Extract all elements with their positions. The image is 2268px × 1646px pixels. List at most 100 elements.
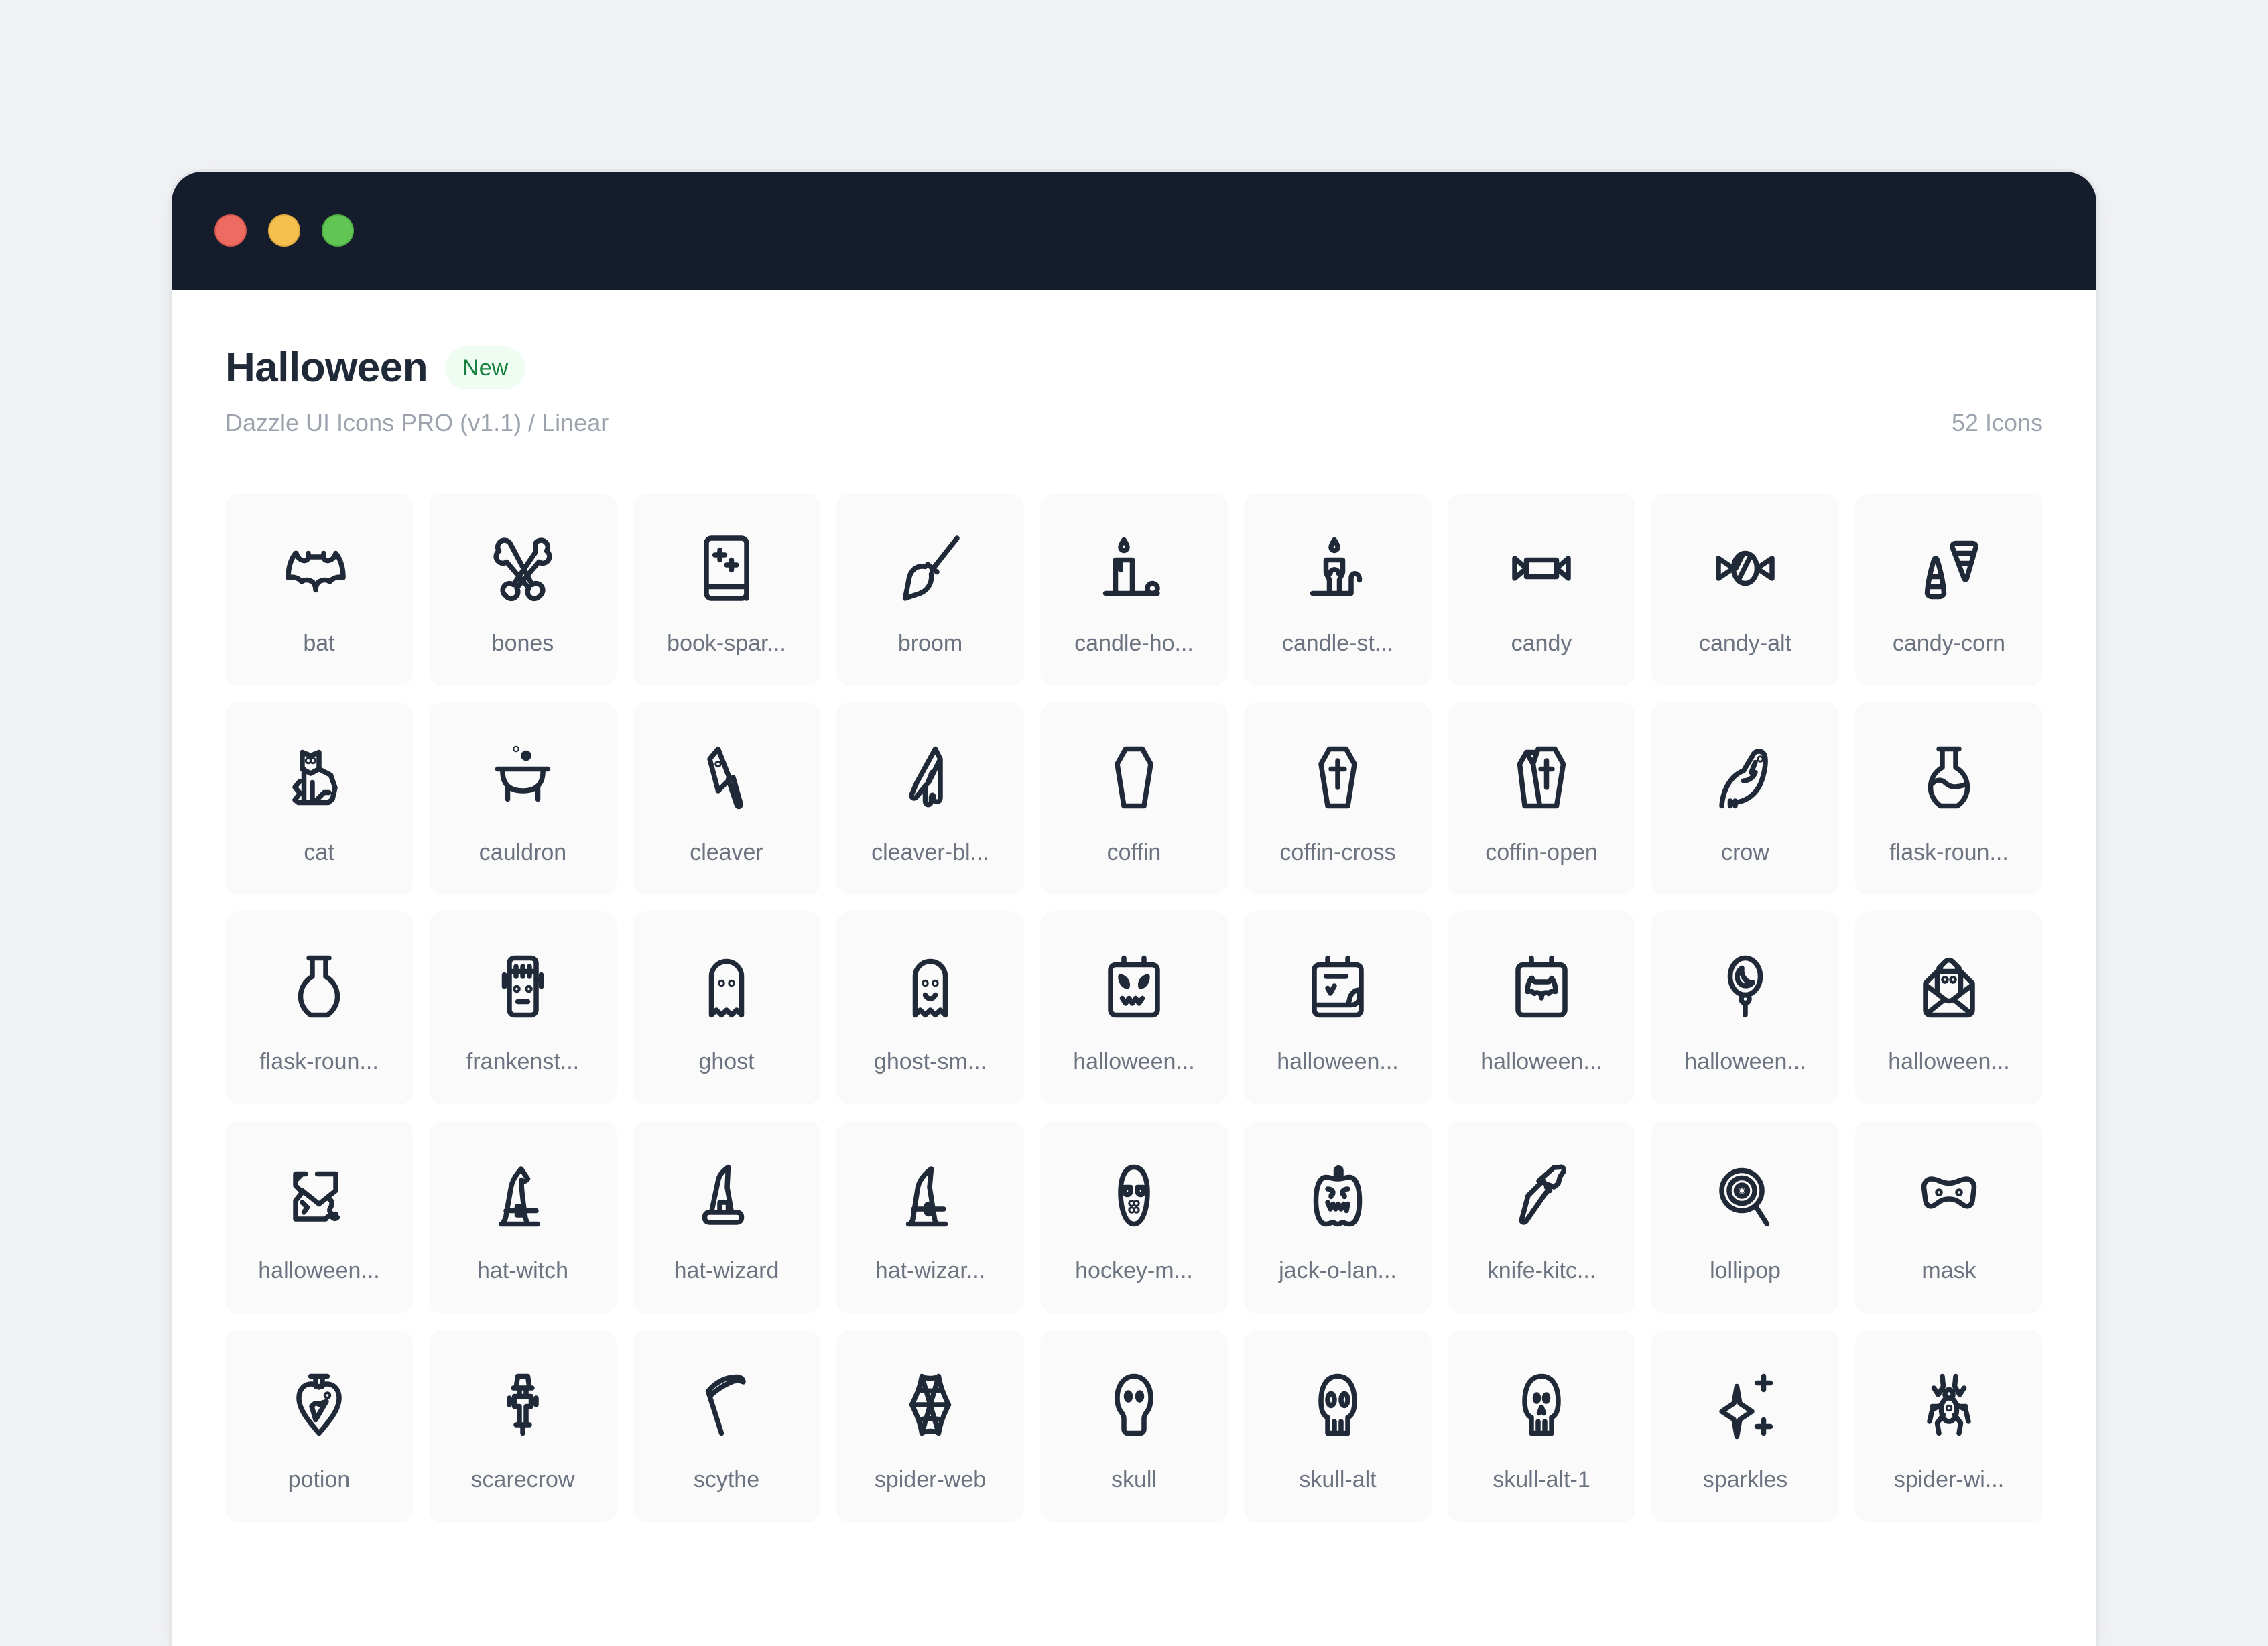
halloween-invitation-icon [1923, 957, 1975, 1018]
icon-tile-bones[interactable]: bones [429, 493, 617, 686]
spider-widow-icon [1927, 1373, 1971, 1436]
hat-witch-icon [498, 1166, 541, 1227]
icon-tile-broom[interactable]: broom [836, 493, 1024, 686]
cauldron-icon [495, 745, 551, 802]
icon-tile-halloween-calendar-face[interactable]: halloween... [1040, 911, 1228, 1104]
icon-tile-label: cleaver-bl... [871, 840, 989, 865]
icon-tile-label: skull [1111, 1467, 1157, 1493]
icon-tile-label: hat-witch [477, 1258, 569, 1283]
mask-icon [1921, 1176, 1977, 1209]
minimize-window-button[interactable] [268, 214, 300, 247]
icon-tile-frankenstein[interactable]: frankenst... [429, 911, 617, 1104]
icon-set-subtitle: Dazzle UI Icons PRO (v1.1) / Linear [225, 409, 609, 436]
icon-tile-bat[interactable]: bat [225, 493, 413, 686]
icon-tile-skull-alt-1[interactable]: skull-alt-1 [1448, 1330, 1635, 1523]
icon-tile-hockey-mask[interactable]: hockey-m... [1040, 1121, 1228, 1314]
icon-tile-label: candy-corn [1892, 631, 2006, 656]
book-sparkle-icon [704, 535, 749, 601]
spider-web-icon [909, 1373, 952, 1436]
icon-tile-halloween-ticket[interactable]: halloween... [225, 1121, 413, 1314]
icon-tile-candy[interactable]: candy [1448, 493, 1635, 686]
icon-tile-spider-web[interactable]: spider-web [836, 1330, 1024, 1523]
icon-tile-halloween-invitation[interactable]: halloween... [1855, 911, 2043, 1104]
icon-tile-label: flask-roun... [1889, 840, 2009, 865]
icon-tile-jack-o-lantern[interactable]: jack-o-lan... [1244, 1121, 1432, 1314]
icon-tile-crow[interactable]: crow [1651, 702, 1839, 895]
icon-tile-cleaver-blood[interactable]: cleaver-bl... [836, 702, 1024, 895]
icon-tile-label: flask-roun... [259, 1049, 379, 1074]
icon-tile-hat-wizard-alt[interactable]: hat-wizar... [836, 1121, 1024, 1314]
icon-tile-label: scythe [693, 1467, 760, 1493]
icon-tile-coffin-cross[interactable]: coffin-cross [1244, 702, 1432, 895]
hockey-mask-icon [1118, 1164, 1150, 1227]
icon-tile-cauldron[interactable]: cauldron [429, 702, 617, 895]
icon-tile-cat[interactable]: cat [225, 702, 413, 895]
icon-tile-candy-alt[interactable]: candy-alt [1651, 493, 1839, 686]
icon-tile-label: halloween... [1073, 1049, 1195, 1074]
icon-tile-flask-round[interactable]: flask-roun... [225, 911, 413, 1104]
candy-alt-icon [1716, 550, 1775, 586]
icon-tile-halloween-calendar-bat[interactable]: halloween... [1448, 911, 1635, 1104]
icon-tile-label: ghost [698, 1049, 755, 1074]
cleaver-icon [707, 746, 743, 810]
icon-tile-halloween-balloon[interactable]: halloween... [1651, 911, 1839, 1104]
icon-tile-halloween-calendar-check[interactable]: halloween... [1244, 911, 1432, 1104]
new-badge: New [445, 346, 526, 389]
flask-round-icon [298, 955, 340, 1018]
app-window: Halloween New Dazzle UI Icons PRO (v1.1)… [172, 172, 2096, 1646]
icon-tile-book-sparkle[interactable]: book-spar... [633, 493, 820, 686]
coffin-icon [1115, 746, 1153, 809]
icon-tile-label: halloween... [258, 1258, 380, 1283]
icon-tile-label: cauldron [479, 840, 567, 865]
icon-tile-label: halloween... [1480, 1049, 1602, 1074]
candy-icon [1512, 556, 1571, 581]
icon-tile-scythe[interactable]: scythe [633, 1330, 820, 1523]
icon-tile-mask[interactable]: mask [1855, 1121, 2043, 1314]
halloween-calendar-face-icon [1108, 955, 1160, 1018]
icon-tile-label: hat-wizard [674, 1258, 779, 1283]
potion-icon [296, 1373, 342, 1436]
icon-tile-knife-kitchen[interactable]: knife-kitc... [1448, 1121, 1635, 1314]
icon-tile-ghost-smile[interactable]: ghost-sm... [836, 911, 1024, 1104]
icon-tile-label: crow [1721, 840, 1769, 865]
halloween-calendar-check-icon [1312, 955, 1364, 1018]
broom-icon [902, 535, 960, 601]
icon-tile-label: ghost-sm... [873, 1049, 987, 1074]
window-titlebar [172, 172, 2096, 290]
icon-tile-candle-stick[interactable]: candle-st... [1244, 493, 1432, 686]
icon-tile-label: candy-alt [1699, 631, 1791, 656]
candle-holder-icon [1102, 537, 1160, 596]
lollipop-icon [1719, 1167, 1770, 1227]
icon-tile-skull-alt[interactable]: skull-alt [1244, 1330, 1432, 1523]
icon-tile-lollipop[interactable]: lollipop [1651, 1121, 1839, 1314]
icon-tile-candy-corn[interactable]: candy-corn [1855, 493, 2043, 686]
hat-wizard-icon [702, 1164, 745, 1225]
icon-tile-coffin-open[interactable]: coffin-open [1448, 702, 1635, 895]
icon-tile-candle-holder[interactable]: candle-ho... [1040, 493, 1228, 686]
icon-tile-hat-wizard[interactable]: hat-wizard [633, 1121, 820, 1314]
close-window-button[interactable] [214, 214, 247, 247]
bones-icon [493, 537, 552, 602]
icon-tile-sparkles[interactable]: sparkles [1651, 1330, 1839, 1523]
icon-tile-spider-widow[interactable]: spider-wi... [1855, 1330, 2043, 1523]
icon-tile-label: halloween... [1888, 1049, 2010, 1074]
jack-o-lantern-icon [1313, 1165, 1363, 1227]
ghost-smile-icon [912, 958, 948, 1018]
page-title: Halloween [225, 344, 428, 391]
icon-tile-label: bones [491, 631, 554, 656]
icon-tile-scarecrow[interactable]: scarecrow [429, 1330, 617, 1523]
icon-tile-skull[interactable]: skull [1040, 1330, 1228, 1523]
coffin-open-icon [1517, 746, 1566, 809]
icon-tile-coffin[interactable]: coffin [1040, 702, 1228, 895]
icon-count: 52 Icons [1951, 409, 2043, 436]
icon-tile-cleaver[interactable]: cleaver [633, 702, 820, 895]
icon-tile-hat-witch[interactable]: hat-witch [429, 1121, 617, 1314]
skull-icon [1115, 1373, 1153, 1436]
icon-tile-flask-round-potion[interactable]: flask-roun... [1855, 702, 2043, 895]
maximize-window-button[interactable] [322, 214, 354, 247]
icon-tile-ghost[interactable]: ghost [633, 911, 820, 1104]
skull-alt-icon [1318, 1373, 1357, 1436]
icon-tile-label: jack-o-lan... [1279, 1258, 1397, 1283]
icon-tile-potion[interactable]: potion [225, 1330, 413, 1523]
icon-tile-label: halloween... [1684, 1049, 1806, 1074]
